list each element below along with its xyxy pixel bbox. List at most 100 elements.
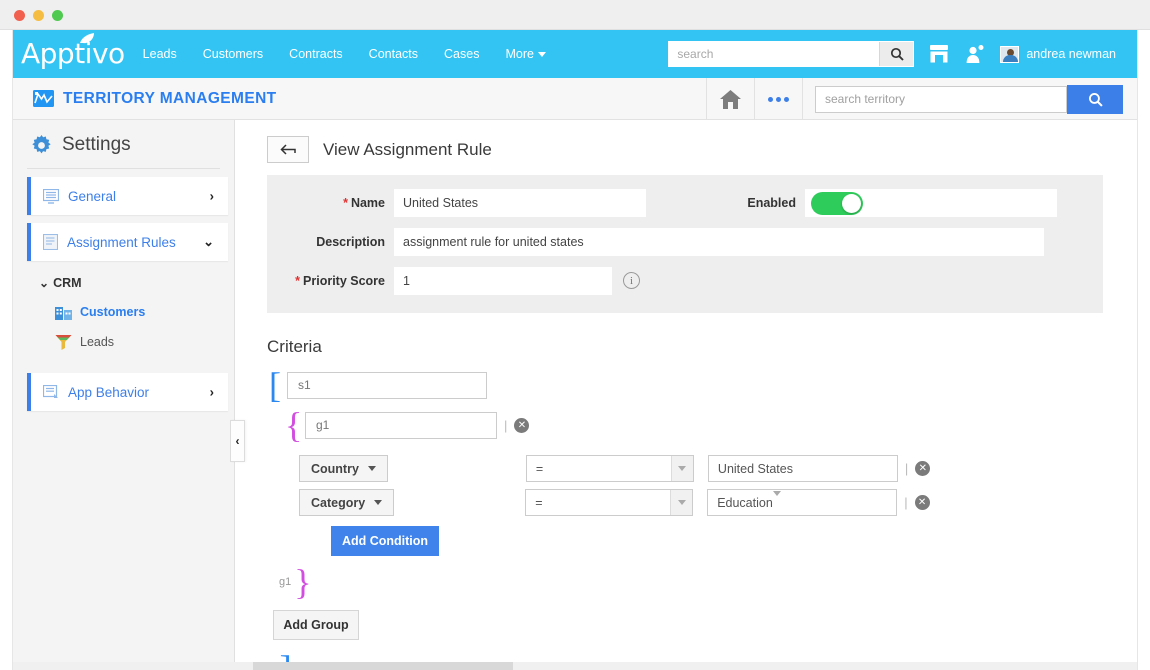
home-icon	[719, 89, 742, 110]
priority-score-label-text: Priority Score	[303, 274, 385, 288]
settings-heading-group: Settings	[13, 134, 234, 156]
chevron-right-icon: ›	[210, 189, 214, 204]
enabled-label-text: Enabled	[747, 196, 796, 210]
apptivo-logo[interactable]: Apptivo	[21, 40, 125, 68]
global-nav: Leads Customers Contracts Contacts Cases…	[143, 47, 546, 61]
sidebar-group-label: CRM	[53, 276, 81, 290]
sidebar-item-label: App Behavior	[68, 385, 149, 400]
nav-item-contracts[interactable]: Contracts	[289, 47, 343, 61]
chevron-down-icon	[374, 500, 382, 505]
sidebar-group-crm[interactable]: ⌄ CRM	[13, 269, 234, 297]
priority-score-label: *Priority Score	[267, 267, 385, 288]
close-brace-icon: }	[294, 564, 310, 600]
open-brace-icon: {	[285, 407, 301, 443]
chevron-down-icon: ⌄	[203, 234, 214, 250]
sidebar-item-assignment-rules[interactable]: Assignment Rules ⌄	[27, 223, 228, 261]
add-condition-button[interactable]: Add Condition	[331, 526, 439, 556]
sidebar-subitem-label: Customers	[80, 305, 145, 319]
more-actions-button[interactable]	[754, 78, 802, 120]
settings-heading: Settings	[62, 134, 131, 156]
funnel-icon	[55, 334, 72, 350]
condition-operator-value: =	[536, 462, 543, 476]
user-menu[interactable]: andrea newman	[1000, 46, 1123, 63]
sidebar-item-app-behavior[interactable]: App Behavior ›	[27, 373, 228, 411]
people-icon[interactable]	[964, 43, 986, 65]
app-header-bar: TERRITORY MANAGEMENT	[13, 78, 1137, 120]
criteria-group-close-row: g1 }	[279, 564, 1137, 600]
add-group-button[interactable]: Add Group	[273, 610, 359, 640]
back-button[interactable]	[267, 136, 309, 163]
criteria-heading: Criteria	[267, 337, 1137, 357]
form-row-description: Description	[267, 228, 1103, 256]
nav-item-cases[interactable]: Cases	[444, 47, 479, 61]
behavior-icon	[43, 385, 59, 400]
nav-item-customers[interactable]: Customers	[203, 47, 263, 61]
enabled-label: Enabled	[646, 189, 796, 210]
territory-search-button[interactable]	[1067, 85, 1123, 114]
condition-field-dropdown[interactable]: Country	[299, 455, 388, 482]
page-viewport: Apptivo Leads Customers Contracts Contac…	[12, 30, 1138, 670]
sidebar-item-customers[interactable]: Customers	[13, 297, 234, 327]
maximize-window-button[interactable]	[52, 10, 63, 21]
store-icon[interactable]	[928, 43, 950, 65]
search-icon	[1088, 92, 1103, 107]
nav-item-more[interactable]: More	[505, 47, 545, 61]
info-icon[interactable]: i	[623, 272, 640, 289]
territory-search-input[interactable]	[815, 86, 1067, 113]
search-icon	[890, 47, 904, 61]
chevron-right-icon: ›	[210, 385, 214, 400]
condition-operator-value: =	[535, 496, 542, 510]
window-titlebar	[0, 0, 1150, 30]
chevron-down-icon	[678, 500, 686, 505]
content-title-row: View Assignment Rule	[235, 120, 1137, 175]
nav-item-leads[interactable]: Leads	[143, 47, 177, 61]
gear-icon	[31, 135, 52, 156]
leaf-icon	[79, 33, 95, 44]
name-input[interactable]	[394, 189, 646, 217]
condition-value-select[interactable]: Education	[707, 489, 897, 516]
condition-operator-select[interactable]: =	[525, 489, 693, 516]
close-window-button[interactable]	[14, 10, 25, 21]
delete-circle-icon[interactable]: ✕	[514, 418, 529, 433]
nav-more-label: More	[505, 47, 533, 61]
delete-circle-icon[interactable]: ✕	[915, 461, 930, 476]
scrollbar-thumb[interactable]	[253, 662, 513, 670]
condition-row: Category = Education	[267, 489, 1137, 516]
page-title: View Assignment Rule	[323, 140, 492, 160]
condition-field-dropdown[interactable]: Category	[299, 489, 394, 516]
sidebar-item-leads[interactable]: Leads	[13, 327, 234, 357]
name-label: *Name	[267, 189, 385, 210]
description-label: Description	[267, 228, 385, 249]
criteria-builder: [ { | ✕ Country	[235, 367, 1137, 669]
app-header-actions	[706, 78, 1137, 120]
settings-sidebar: Settings General ›	[13, 120, 235, 669]
description-input[interactable]	[394, 228, 1044, 256]
assignment-rule-form: *Name Enabled	[267, 175, 1103, 313]
condition-operator-select[interactable]: =	[526, 455, 694, 482]
sidebar-collapse-handle[interactable]: ‹	[230, 420, 245, 462]
form-row-priority: *Priority Score i	[267, 267, 1103, 295]
page-body: Settings General ›	[13, 120, 1137, 669]
criteria-group-open-row: { | ✕	[285, 407, 1137, 443]
avatar	[1000, 46, 1019, 63]
name-label-text: Name	[351, 196, 385, 210]
territory-search	[802, 78, 1137, 120]
minimize-window-button[interactable]	[33, 10, 44, 21]
home-button[interactable]	[706, 78, 754, 120]
delete-circle-icon[interactable]: ✕	[915, 495, 930, 510]
required-marker: *	[343, 196, 348, 210]
form-row-name-enabled: *Name Enabled	[267, 189, 1103, 217]
enabled-toggle[interactable]	[811, 192, 863, 215]
condition-value-input[interactable]: United States	[708, 455, 898, 482]
criteria-group-input[interactable]	[305, 412, 497, 439]
criteria-set-input[interactable]	[287, 372, 487, 399]
global-search-input[interactable]	[669, 42, 879, 66]
sidebar-item-general[interactable]: General ›	[27, 177, 228, 215]
nav-item-contacts[interactable]: Contacts	[369, 47, 418, 61]
chevron-down-icon: ⌄	[39, 276, 49, 290]
global-search-button[interactable]	[879, 42, 913, 66]
required-marker: *	[295, 274, 300, 288]
horizontal-scrollbar[interactable]	[13, 662, 1138, 670]
condition-value-text: Education	[717, 496, 773, 510]
priority-score-input[interactable]	[394, 267, 612, 295]
